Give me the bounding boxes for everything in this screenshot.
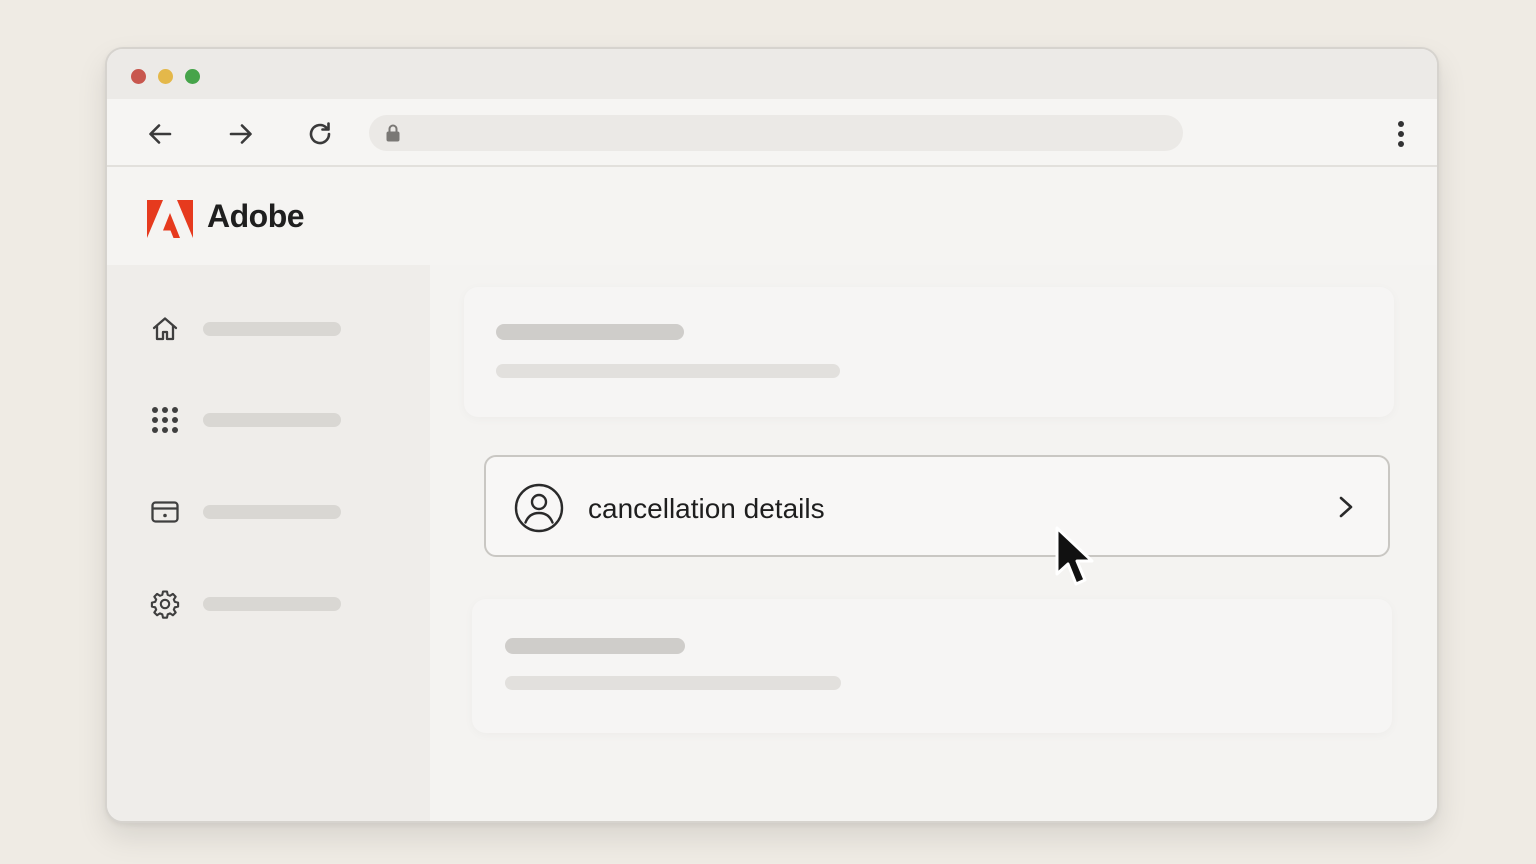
browser-menu-button[interactable]: [1385, 116, 1417, 152]
skeleton-subtitle: [496, 364, 840, 378]
browser-toolbar: [107, 99, 1437, 167]
forward-button[interactable]: [223, 116, 259, 152]
skeleton-subtitle: [505, 676, 841, 690]
arrow-left-icon: [149, 124, 172, 144]
arrow-right-icon: [229, 124, 252, 144]
cancellation-details-row[interactable]: cancellation details: [484, 455, 1390, 557]
minimize-window-button[interactable]: [158, 69, 173, 84]
sidebar-item-settings[interactable]: [147, 586, 387, 622]
skeleton-title: [496, 324, 684, 340]
skeleton-title: [505, 638, 685, 654]
gear-icon: [150, 590, 180, 619]
reload-icon: [309, 122, 331, 145]
close-window-button[interactable]: [131, 69, 146, 84]
title-bar: [107, 49, 1437, 99]
browser-window: Adobe cancellation details: [105, 47, 1439, 823]
user-circle-icon: [514, 483, 564, 533]
reload-button[interactable]: [302, 116, 338, 152]
sidebar-item-label: [203, 322, 341, 336]
placeholder-card: [464, 287, 1394, 417]
adobe-logo[interactable]: [147, 200, 193, 238]
chevron-right-icon: [1339, 496, 1353, 518]
more-vertical-icon: [1398, 121, 1404, 147]
sidebar-item-home[interactable]: [147, 311, 387, 347]
sidebar-item-billing[interactable]: [147, 494, 387, 530]
sidebar-item-apps[interactable]: [147, 402, 387, 438]
placeholder-card: [472, 599, 1392, 733]
lock-icon: [386, 124, 400, 142]
main-content: cancellation details: [430, 265, 1437, 821]
apps-grid-icon: [152, 407, 178, 433]
site-header: Adobe: [107, 167, 1437, 267]
billing-card-icon: [151, 501, 179, 523]
maximize-window-button[interactable]: [185, 69, 200, 84]
back-button[interactable]: [142, 116, 178, 152]
sidebar-item-label: [203, 413, 341, 427]
home-icon: [152, 317, 178, 341]
sidebar: [107, 265, 430, 821]
row-label: cancellation details: [588, 493, 825, 524]
mouse-pointer-icon: [1055, 526, 1094, 586]
sidebar-item-label: [203, 505, 341, 519]
sidebar-item-label: [203, 597, 341, 611]
address-bar[interactable]: [369, 115, 1183, 151]
brand-name: Adobe: [207, 198, 305, 234]
